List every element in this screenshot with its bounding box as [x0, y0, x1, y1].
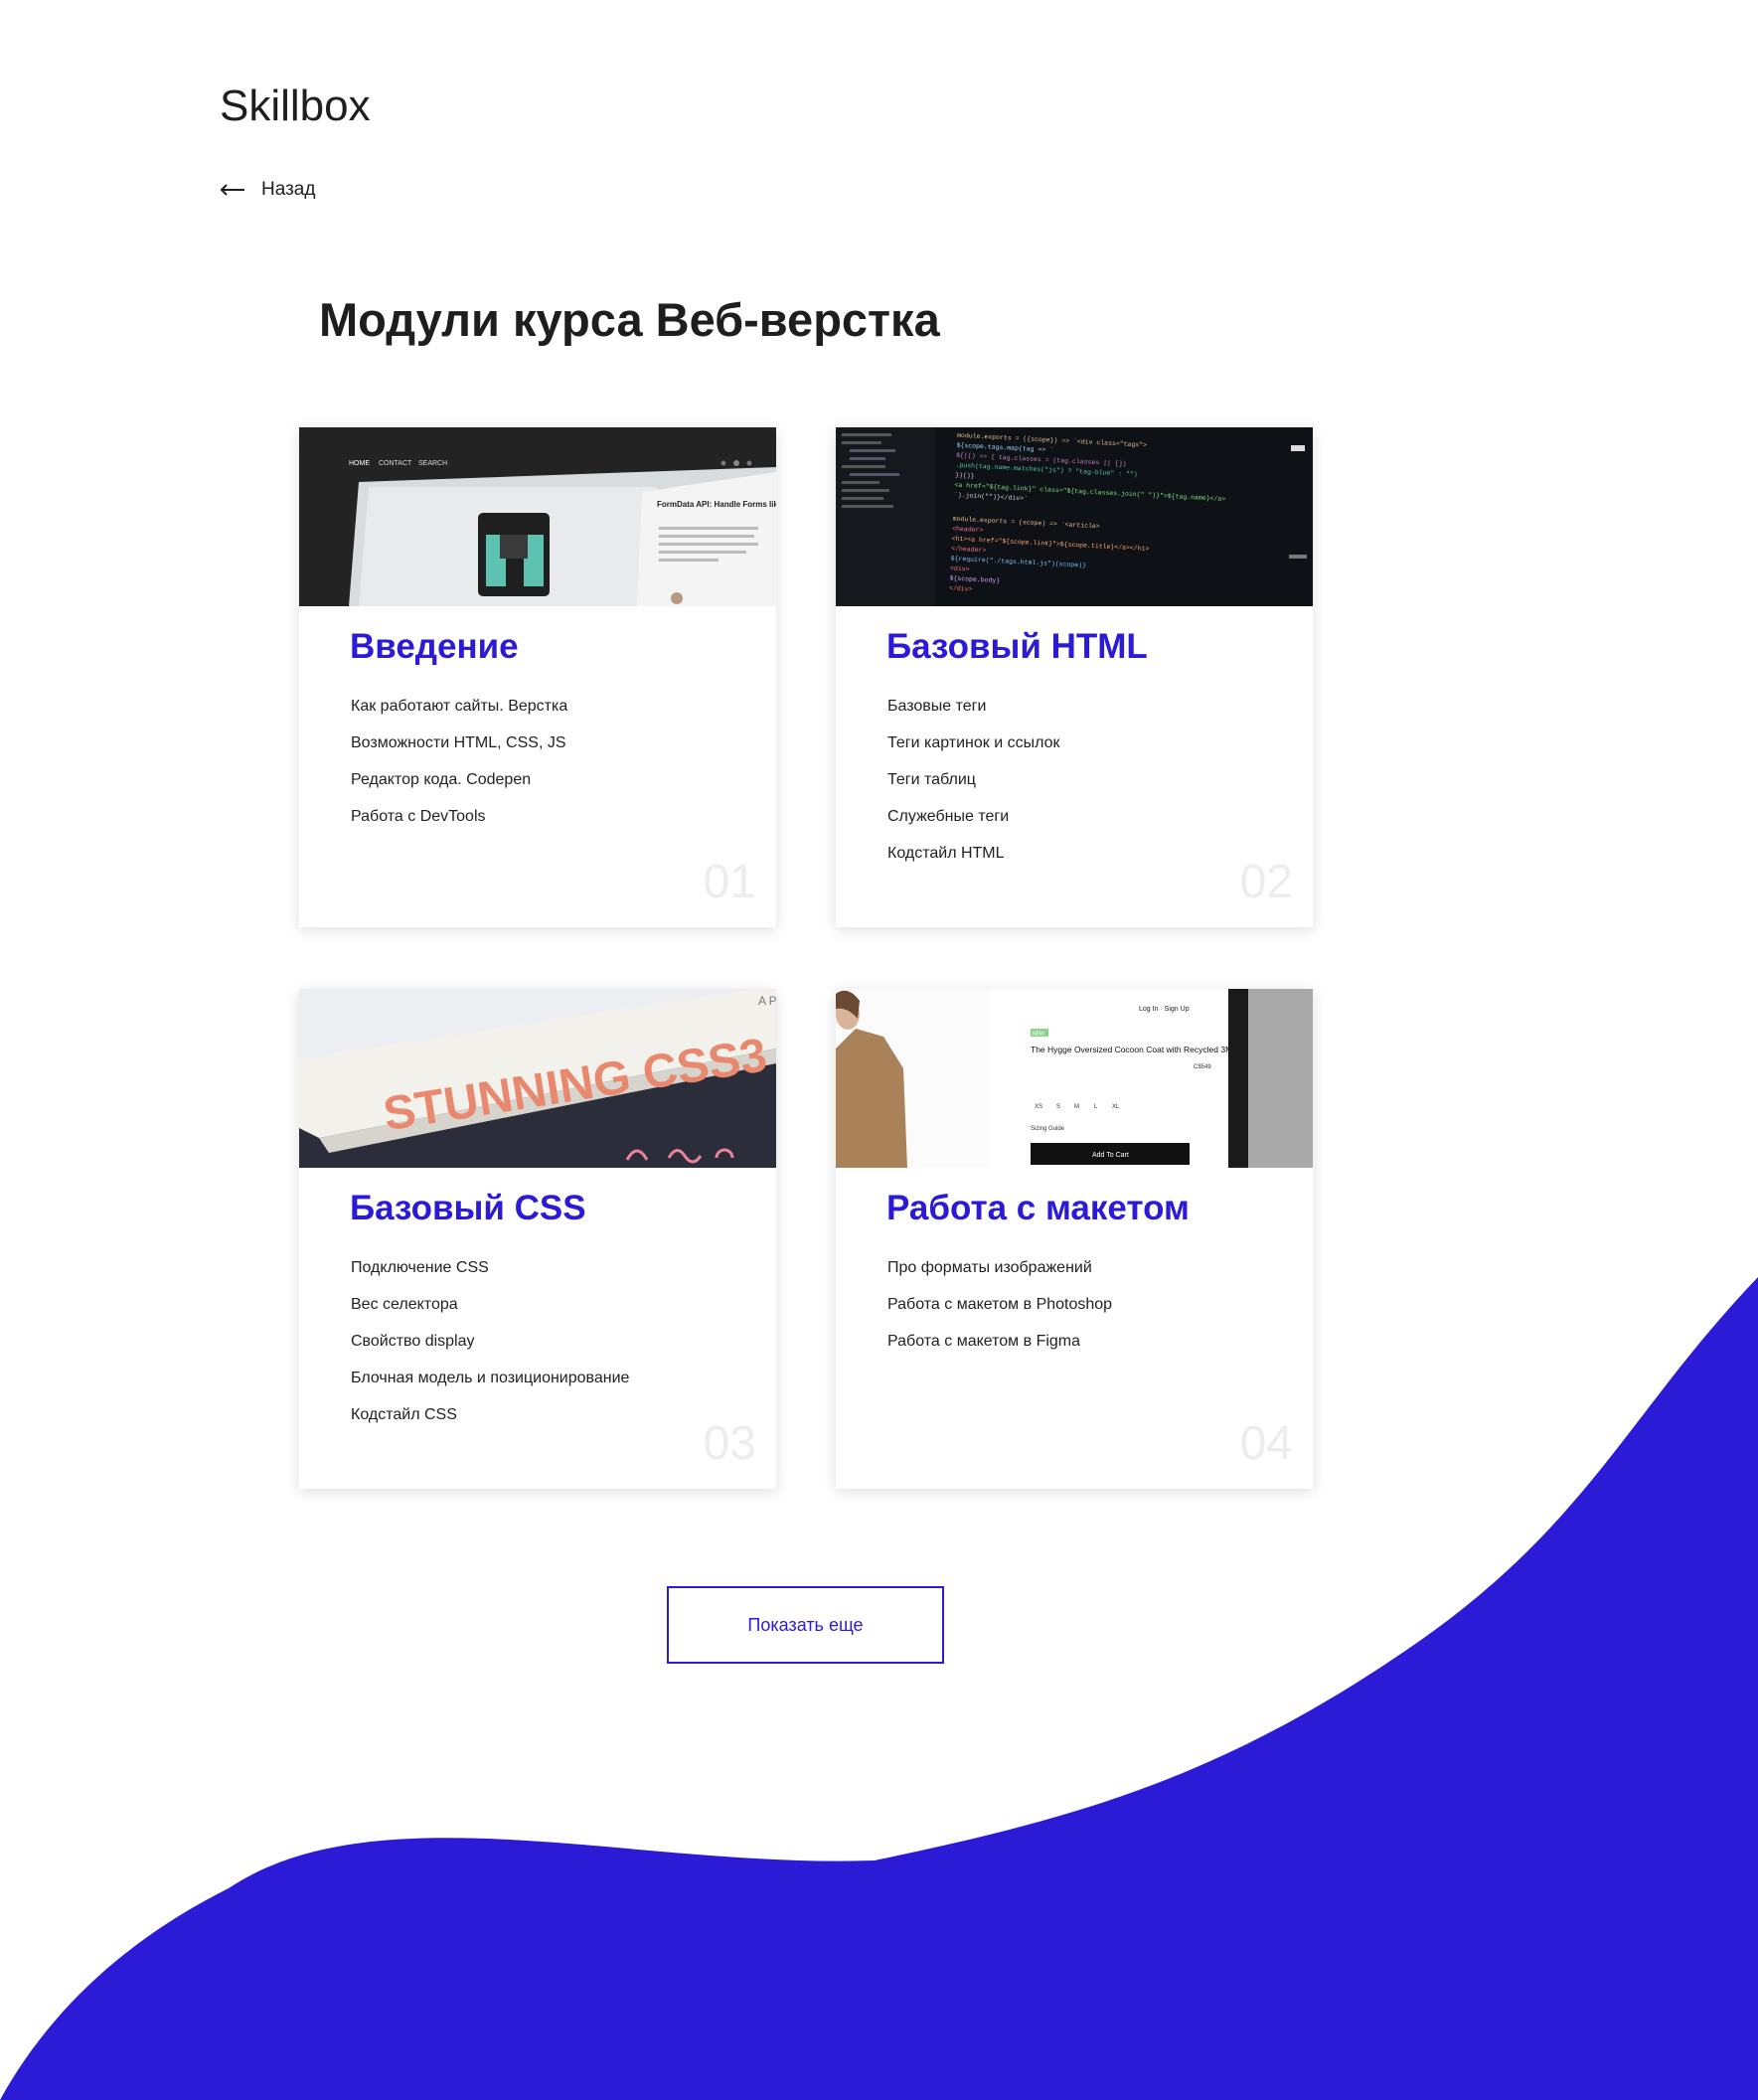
module-thumbnail: Log In · Sign Up NEW The Hygge Oversized…: [836, 989, 1313, 1168]
module-title: Базовый CSS: [350, 1189, 586, 1227]
module-number: 03: [703, 1417, 756, 1470]
module-title: Введение: [350, 627, 519, 666]
thumb-sizing-guide: Sizing Guide: [1031, 1126, 1065, 1132]
thumb-size: XL: [1112, 1104, 1120, 1110]
lesson-item: Возможности HTML, CSS, JS: [351, 734, 566, 751]
thumb-price: C$549: [1194, 1064, 1211, 1070]
module-card-intro[interactable]: HOME CONTACT SEARCH FormData API: Handle…: [299, 427, 776, 927]
lesson-item: Вес селектора: [351, 1296, 458, 1313]
lesson-list: Про форматы изображений Работа с макетом…: [887, 1249, 1112, 1360]
module-title: Работа с макетом: [886, 1189, 1190, 1227]
lesson-item: Подключение CSS: [351, 1259, 489, 1276]
thumb-nav-contact: CONTACT: [379, 460, 412, 467]
lesson-item: Редактор кода. Codepen: [351, 771, 532, 788]
module-number: 04: [1239, 1417, 1293, 1470]
thumb-new-tag: NEW: [1033, 1032, 1044, 1038]
lesson-item: Кодстайл CSS: [351, 1406, 457, 1423]
thumb-nav-search: SEARCH: [418, 460, 447, 467]
module-thumbnail: module.exports = ({scope}) => `<div clas…: [836, 427, 1313, 606]
arrow-left-icon: [220, 184, 244, 196]
module-card-layout[interactable]: Log In · Sign Up NEW The Hygge Oversized…: [836, 989, 1313, 1489]
code-line: <div>: [950, 565, 970, 573]
thumb-size: XS: [1035, 1104, 1042, 1110]
lesson-item: Про форматы изображений: [887, 1259, 1092, 1276]
lesson-item: Служебные теги: [887, 808, 1010, 825]
thumb-add-to-cart: Add To Cart: [1092, 1152, 1129, 1159]
module-thumbnail: HOME CONTACT SEARCH FormData API: Handle…: [299, 427, 776, 606]
module-title: Базовый HTML: [886, 627, 1148, 666]
lesson-item: Блочная модель и позиционирование: [351, 1370, 630, 1386]
thumb-size: M: [1074, 1104, 1079, 1110]
lesson-item: Работа с макетом в Figma: [887, 1333, 1081, 1350]
lesson-item: Теги таблиц: [887, 771, 976, 788]
code-line: })()}: [955, 472, 975, 480]
thumb-nav-home: HOME: [349, 460, 370, 467]
module-card-html[interactable]: module.exports = ({scope}) => `<div clas…: [836, 427, 1313, 927]
lesson-item: Теги картинок и ссылок: [887, 734, 1060, 751]
lesson-item: Кодстайл HTML: [887, 845, 1005, 862]
module-number: 02: [1239, 856, 1293, 908]
lesson-item: Работа с DevTools: [351, 808, 486, 825]
module-number: 01: [703, 856, 756, 908]
lesson-item: Как работают сайты. Верстка: [351, 698, 568, 715]
lesson-list: Подключение CSS Вес селектора Свойство d…: [351, 1249, 629, 1433]
lesson-list: Как работают сайты. Верстка Возможности …: [351, 688, 567, 835]
lesson-item: Свойство display: [351, 1333, 475, 1350]
thumb-login-links: Log In · Sign Up: [1139, 1006, 1190, 1013]
lesson-item: Базовые теги: [887, 698, 987, 715]
show-more-button[interactable]: Показать еще: [667, 1586, 944, 1664]
lesson-item: Работа с макетом в Photoshop: [887, 1296, 1113, 1313]
book-side-text: A P T C: [758, 994, 776, 1008]
back-link[interactable]: Назад: [220, 179, 315, 201]
logo[interactable]: Skillbox: [220, 81, 371, 131]
page-title: Модули курса Веб-верстка: [319, 293, 940, 346]
code-line: </div>: [949, 585, 973, 593]
lesson-list: Базовые теги Теги картинок и ссылок Теги…: [887, 688, 1060, 872]
back-label: Назад: [261, 179, 316, 200]
thumb-headline: FormData API: Handle Forms like Boss 😎: [657, 500, 776, 509]
module-thumbnail: STUNNING CSS3 A P T C: [299, 989, 776, 1168]
module-card-css[interactable]: STUNNING CSS3 A P T C Базовый CSS Подклю…: [299, 989, 776, 1489]
thumb-size: S: [1056, 1104, 1060, 1110]
